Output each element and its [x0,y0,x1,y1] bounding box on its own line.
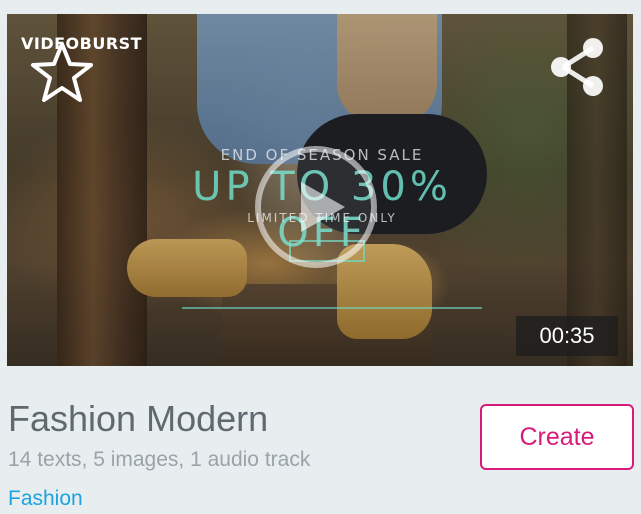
share-icon[interactable] [547,36,607,98]
promo-divider [182,307,482,309]
template-title: Fashion Modern [8,398,269,439]
play-icon[interactable] [253,144,379,270]
video-thumbnail[interactable]: END OF SEASON SALE UP TO 30% OFF LIMITED… [7,14,633,366]
create-button[interactable]: Create [480,404,634,470]
template-details: 14 texts, 5 images, 1 audio track [8,448,311,471]
duration-badge: 00:35 [516,316,618,356]
star-outline-icon[interactable] [29,40,95,106]
category-link[interactable]: Fashion [8,487,83,511]
template-card: END OF SEASON SALE UP TO 30% OFF LIMITED… [0,0,641,514]
